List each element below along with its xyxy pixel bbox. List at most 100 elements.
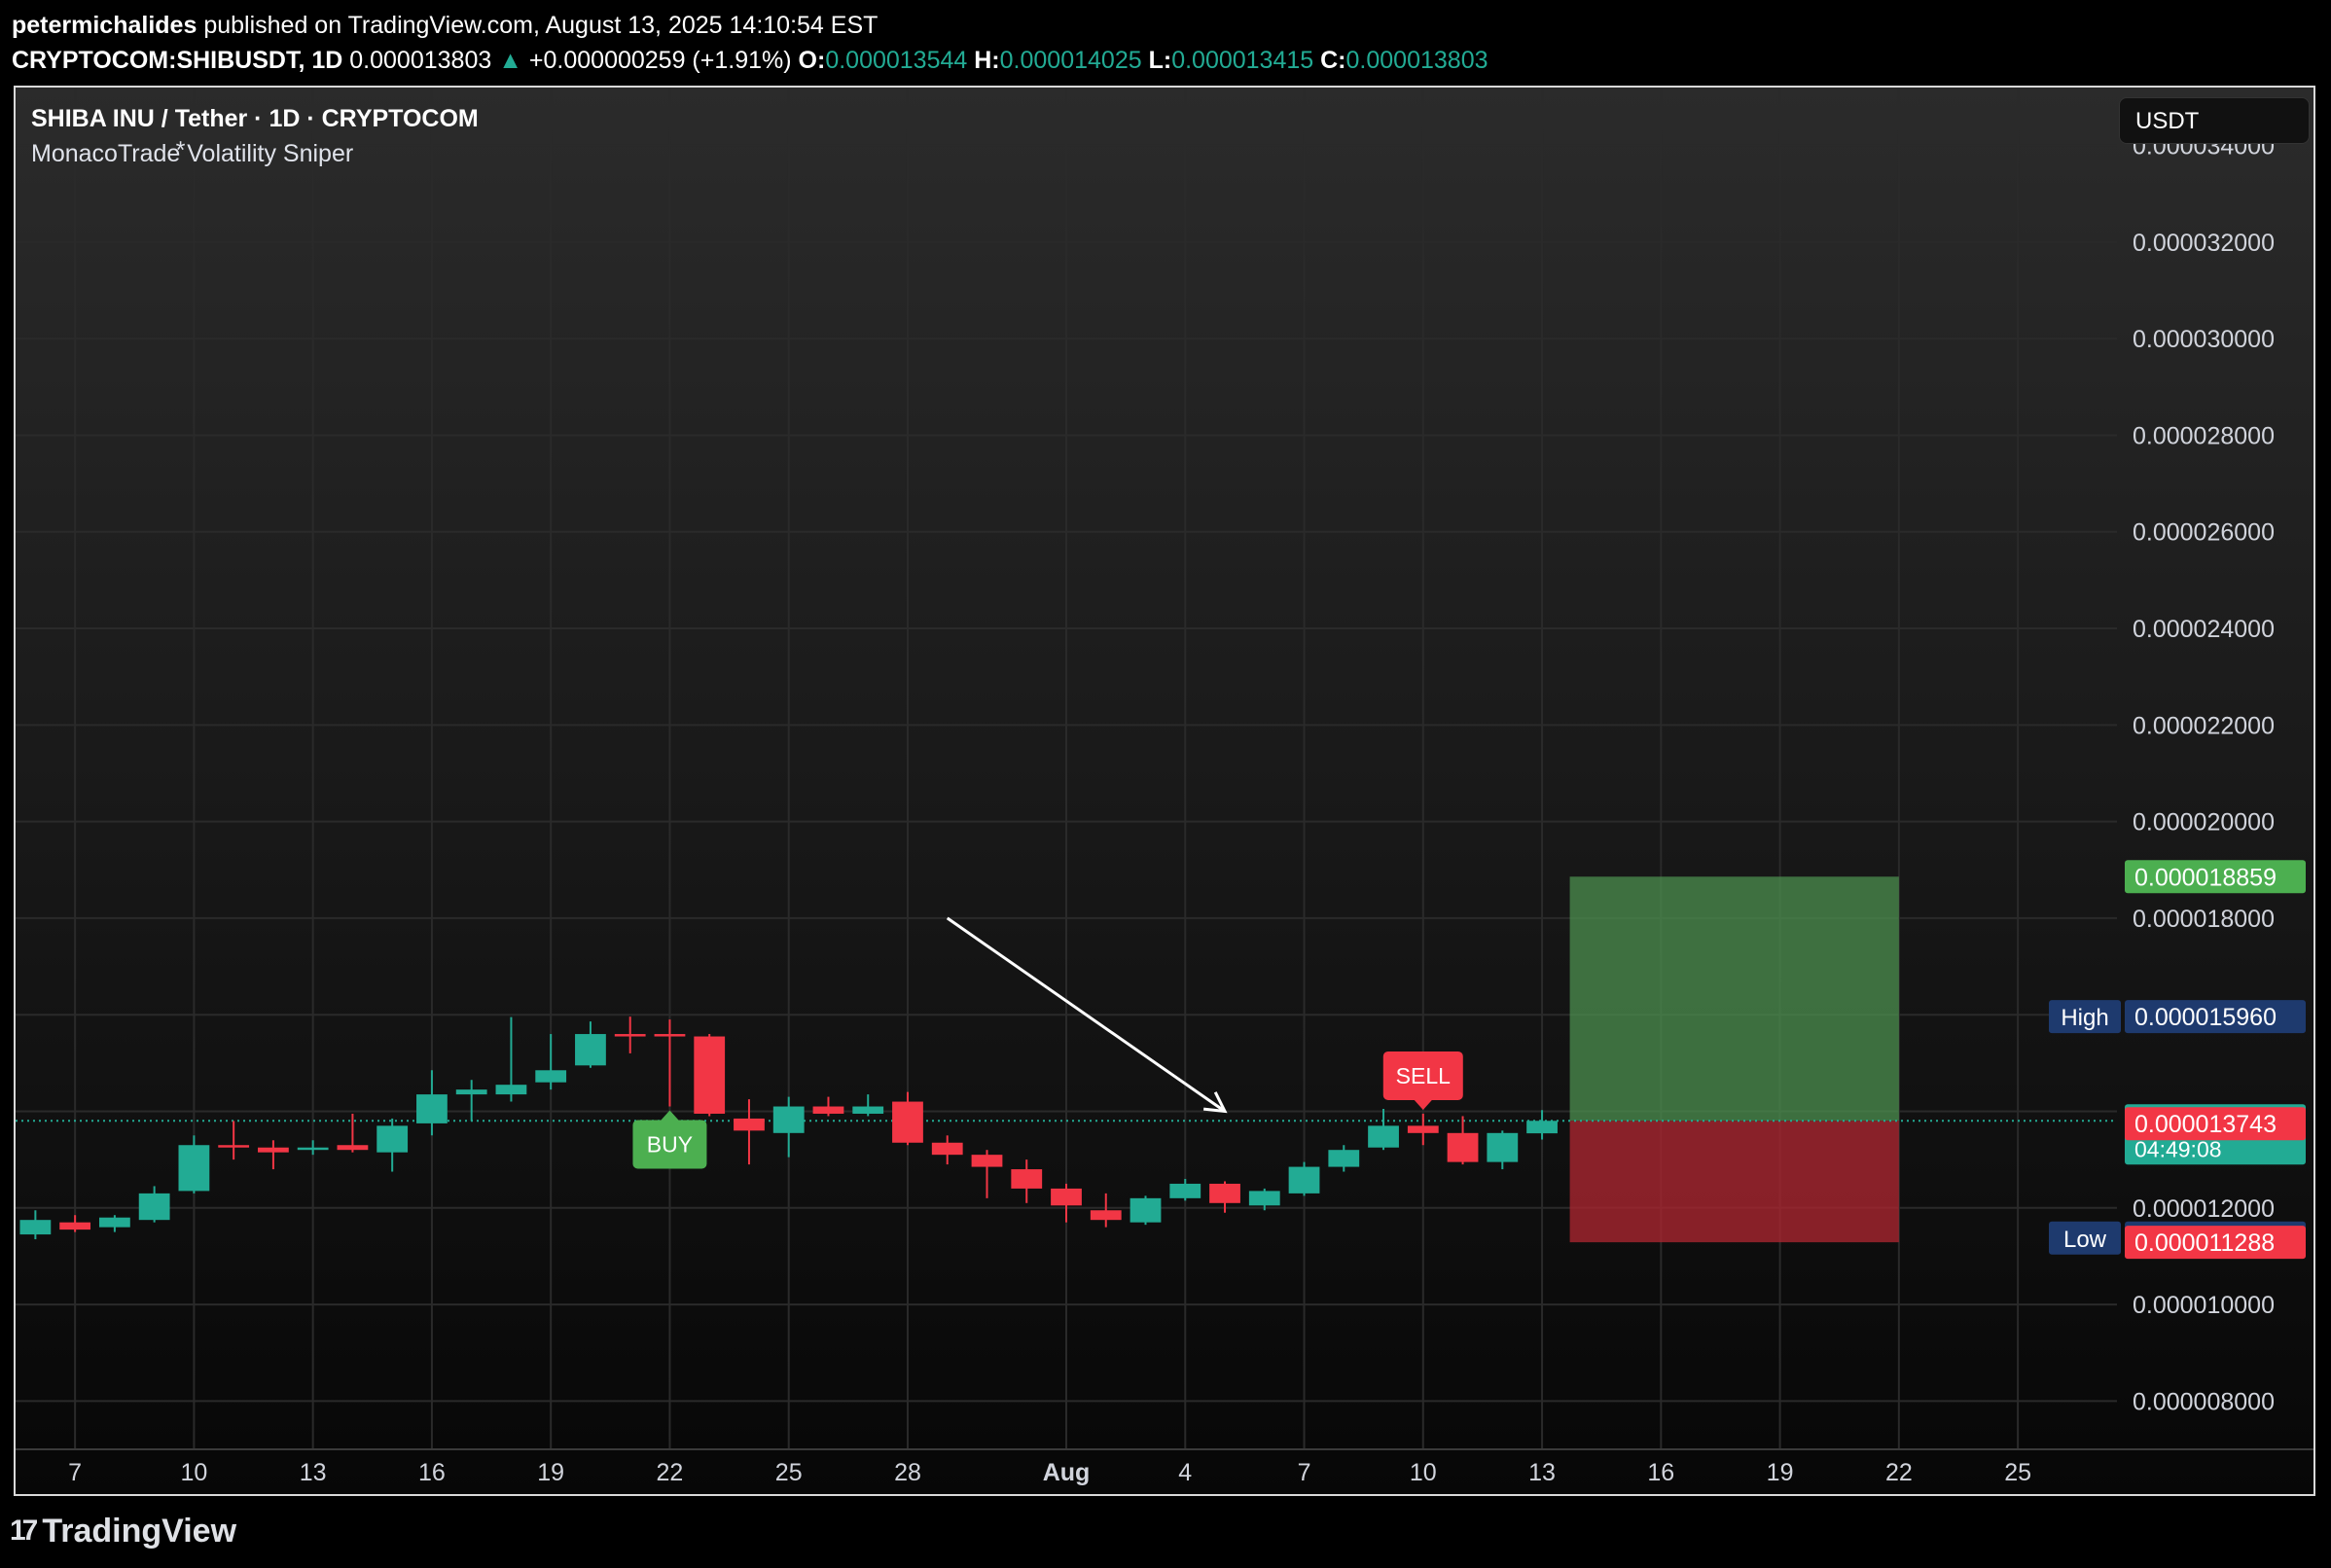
chart-frame[interactable]: BUY SELL 0.000034000 0.000032000 0.000030000… — [14, 86, 2315, 1496]
candle — [734, 1099, 765, 1165]
candle — [971, 1150, 1003, 1198]
candle-body — [1407, 1125, 1439, 1133]
candle-body — [19, 1220, 52, 1235]
x-tick-label: 16 — [418, 1459, 446, 1486]
candle-body — [734, 1118, 765, 1131]
candle-body — [138, 1193, 170, 1221]
candle-body — [892, 1101, 923, 1143]
candle-body — [495, 1085, 527, 1095]
y-tick-label: 0.000008000 — [2133, 1388, 2275, 1415]
y-tick-label: 0.000018000 — [2133, 906, 2275, 933]
low-label: L: — [1148, 47, 1172, 74]
candle — [98, 1215, 130, 1232]
candle — [19, 1210, 52, 1240]
candle — [575, 1021, 606, 1068]
candle — [377, 1118, 409, 1172]
y-tick-label: 0.000024000 — [2133, 616, 2275, 643]
low-price-label-tag-text: Low — [2063, 1227, 2107, 1253]
x-tick-label: 19 — [1767, 1459, 1794, 1486]
candle — [337, 1113, 369, 1153]
symbol-line: CRYPTOCOM:SHIBUSDT, 1D — [12, 47, 343, 74]
high-label: H: — [974, 47, 1000, 74]
candle-body — [178, 1145, 210, 1192]
candle — [1526, 1110, 1558, 1140]
chart-legend: SHIBA INU / Tether · 1D · CRYPTOCOM Mona… — [31, 101, 479, 171]
candle-body — [98, 1217, 130, 1228]
candle — [772, 1096, 805, 1158]
candle — [1288, 1161, 1320, 1196]
x-tick-label: 10 — [180, 1459, 207, 1486]
legend-symbol[interactable]: SHIBA INU / Tether · 1D · CRYPTOCOM — [31, 101, 479, 136]
x-tick-label: 25 — [2004, 1459, 2031, 1486]
candle-body — [337, 1145, 369, 1151]
candle — [1487, 1130, 1519, 1170]
target-price-label-text: 0.000018859 — [2134, 864, 2277, 891]
open-value: 0.000013544 — [825, 47, 968, 74]
footer-brand[interactable]: 17 TradingView — [10, 1510, 236, 1552]
candle-body — [1288, 1166, 1320, 1194]
candle-body — [1248, 1191, 1280, 1206]
buy-signal-label: BUY — [647, 1132, 693, 1158]
close-value: 0.000013803 — [1345, 47, 1488, 74]
low-value: 0.000013415 — [1171, 47, 1314, 74]
candle-body — [1051, 1188, 1082, 1206]
legend-indicator[interactable]: MonacoTrade⃰ Volatility Sniper — [31, 136, 479, 171]
x-tick-label: 7 — [1298, 1459, 1311, 1486]
candle-body — [218, 1145, 250, 1148]
y-tick-label: 0.000020000 — [2133, 809, 2275, 837]
tradingview-logo-icon: 17 — [10, 1515, 38, 1547]
candle — [178, 1135, 210, 1194]
x-tick-label: 10 — [1410, 1459, 1437, 1486]
x-tick-label: 25 — [775, 1459, 803, 1486]
candle-body — [1011, 1169, 1043, 1189]
candle — [1051, 1183, 1082, 1223]
candle-body — [575, 1034, 606, 1066]
candle — [1328, 1145, 1360, 1172]
candlestick-chart[interactable]: BUYSELL0.0000340000.0000320000.000030000… — [16, 88, 2313, 1494]
close-label: C: — [1320, 47, 1346, 74]
publisher-name[interactable]: petermichalides — [12, 12, 197, 39]
candle-body — [654, 1034, 686, 1037]
candle-body — [931, 1142, 963, 1156]
candle-body — [455, 1089, 487, 1095]
candle-body — [1328, 1150, 1360, 1167]
candle — [1130, 1195, 1162, 1226]
candle-body — [258, 1147, 289, 1153]
candle — [59, 1215, 91, 1232]
candle-body — [1447, 1132, 1479, 1162]
candle-body — [694, 1036, 726, 1114]
candle-body — [535, 1070, 567, 1083]
candle-body — [812, 1106, 844, 1114]
candle-body — [772, 1106, 805, 1133]
candle — [218, 1121, 250, 1160]
candle — [892, 1091, 923, 1146]
x-tick-label: Aug — [1043, 1459, 1091, 1486]
candle-body — [1487, 1132, 1519, 1162]
open-label: O: — [798, 47, 826, 74]
candle-body — [1368, 1125, 1399, 1148]
stop-price-label-text: 0.000011288 — [2134, 1229, 2275, 1257]
candle-body — [1209, 1183, 1240, 1203]
price-change: +0.000000259 (+1.91%) — [528, 47, 792, 74]
x-tick-label: 22 — [1885, 1459, 1913, 1486]
currency-button[interactable]: USDT — [2119, 97, 2310, 144]
candle — [1407, 1113, 1439, 1146]
candle-body — [59, 1222, 91, 1230]
x-tick-label: 13 — [1528, 1459, 1556, 1486]
candle — [654, 1019, 686, 1107]
candle — [1169, 1178, 1201, 1201]
x-tick-label: 13 — [300, 1459, 327, 1486]
high-price-label-text: 0.000015960 — [2134, 1004, 2277, 1031]
candle — [138, 1186, 170, 1223]
candle — [416, 1070, 448, 1136]
entry-red-price-label-text: 0.000013743 — [2134, 1111, 2277, 1138]
sell-signal-pointer — [1414, 1099, 1432, 1110]
candle — [1090, 1193, 1122, 1228]
candle-body — [971, 1155, 1003, 1167]
candle-body — [297, 1147, 329, 1151]
candle-body — [852, 1106, 884, 1114]
candle-body — [614, 1034, 646, 1037]
candle — [1447, 1116, 1479, 1165]
y-tick-label: 0.000028000 — [2133, 422, 2275, 449]
candle-body — [1169, 1183, 1201, 1198]
